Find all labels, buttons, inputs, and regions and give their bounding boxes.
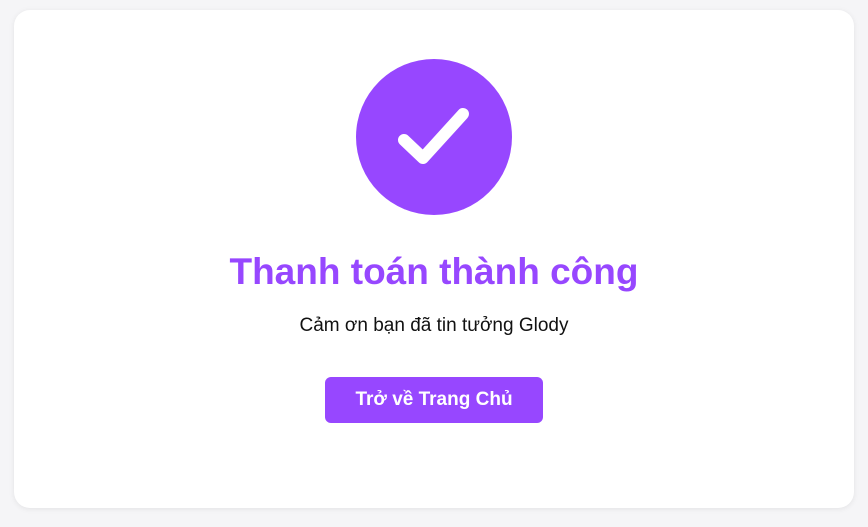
success-title: Thanh toán thành công <box>229 251 639 292</box>
check-icon <box>398 108 469 164</box>
back-to-home-button[interactable]: Trở về Trang Chủ <box>325 377 543 423</box>
success-check-badge <box>356 59 512 215</box>
success-card: Thanh toán thành công Cảm ơn bạn đã tin … <box>14 10 854 508</box>
success-message: Cảm ơn bạn đã tin tưởng Glody <box>299 315 569 336</box>
